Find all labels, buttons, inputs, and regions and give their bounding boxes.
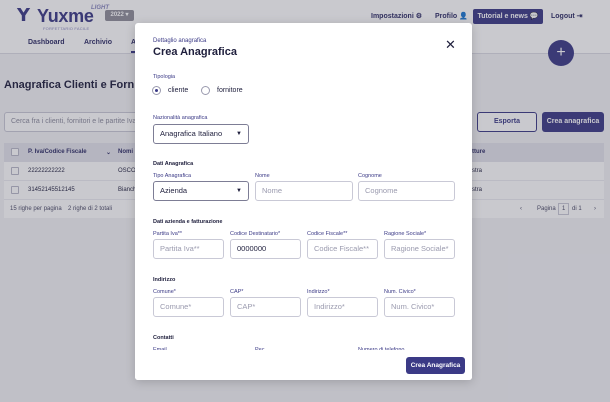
civico-label: Num. Civico* (384, 289, 416, 295)
create-anagrafica-dialog: Dettaglio anagrafica Crea Anagrafica ✕ T… (135, 23, 472, 380)
cognome-field[interactable]: Cognome (358, 181, 455, 201)
section-contatti: Contatti (153, 335, 174, 341)
civico-field[interactable]: Num. Civico* (384, 297, 455, 317)
radio-fornitore[interactable] (201, 86, 210, 95)
tipologia-label: Tipologia (153, 74, 176, 80)
tipo-anagrafica-value: Azienda (160, 186, 188, 195)
radio-cliente-label[interactable]: cliente (168, 87, 188, 94)
radio-cliente[interactable] (152, 86, 161, 95)
comune-field[interactable]: Comune* (153, 297, 224, 317)
piva-field[interactable]: Partita Iva** (153, 239, 224, 259)
dialog-footer: Crea Anagrafica (135, 350, 472, 380)
cap-label: CAP* (230, 289, 244, 295)
indirizzo-field[interactable]: Indirizzo* (307, 297, 378, 317)
submit-create-anagrafica-button[interactable]: Crea Anagrafica (406, 357, 465, 374)
ragione-sociale-label: Ragione Sociale* (384, 231, 427, 237)
tipo-anagrafica-select[interactable]: Azienda ▼ (153, 181, 249, 201)
comune-label: Comune* (153, 289, 176, 295)
chevron-down-icon: ▼ (236, 188, 242, 194)
cap-field[interactable]: CAP* (230, 297, 301, 317)
codice-fiscale-field[interactable]: Codice Fiscale** (307, 239, 378, 259)
dialog-subtitle: Dettaglio anagrafica (153, 38, 207, 44)
tipo-anagrafica-label: Tipo Anagrafica (153, 173, 192, 179)
indirizzo-label: Indirizzo* (307, 289, 330, 295)
section-indirizzo: Indirizzo (153, 277, 176, 283)
chevron-down-icon: ▼ (236, 131, 242, 137)
ragione-sociale-field[interactable]: Ragione Sociale* (384, 239, 455, 259)
nome-field[interactable]: Nome (255, 181, 353, 201)
nazionalita-label: Nazionalità anagrafica (153, 115, 208, 121)
dialog-title: Crea Anagrafica (153, 46, 237, 58)
radio-fornitore-label[interactable]: fornitore (217, 87, 243, 94)
section-dati-anagrafica: Dati Anagrafica (153, 161, 194, 167)
codice-destinatario-label: Codice Destinatario* (230, 231, 281, 237)
piva-label: Partita Iva** (153, 231, 183, 237)
close-icon[interactable]: ✕ (445, 37, 456, 53)
nazionalita-select[interactable]: Anagrafica Italiano ▼ (153, 124, 249, 144)
nazionalita-value: Anagrafica Italiano (160, 129, 223, 138)
codice-fiscale-label: Codice Fiscale** (307, 231, 348, 237)
cognome-label: Cognome (358, 173, 382, 179)
nome-label: Nome (255, 173, 270, 179)
section-dati-azienda: Dati azienda e fatturazione (153, 219, 223, 225)
codice-destinatario-field[interactable]: 0000000 (230, 239, 301, 259)
